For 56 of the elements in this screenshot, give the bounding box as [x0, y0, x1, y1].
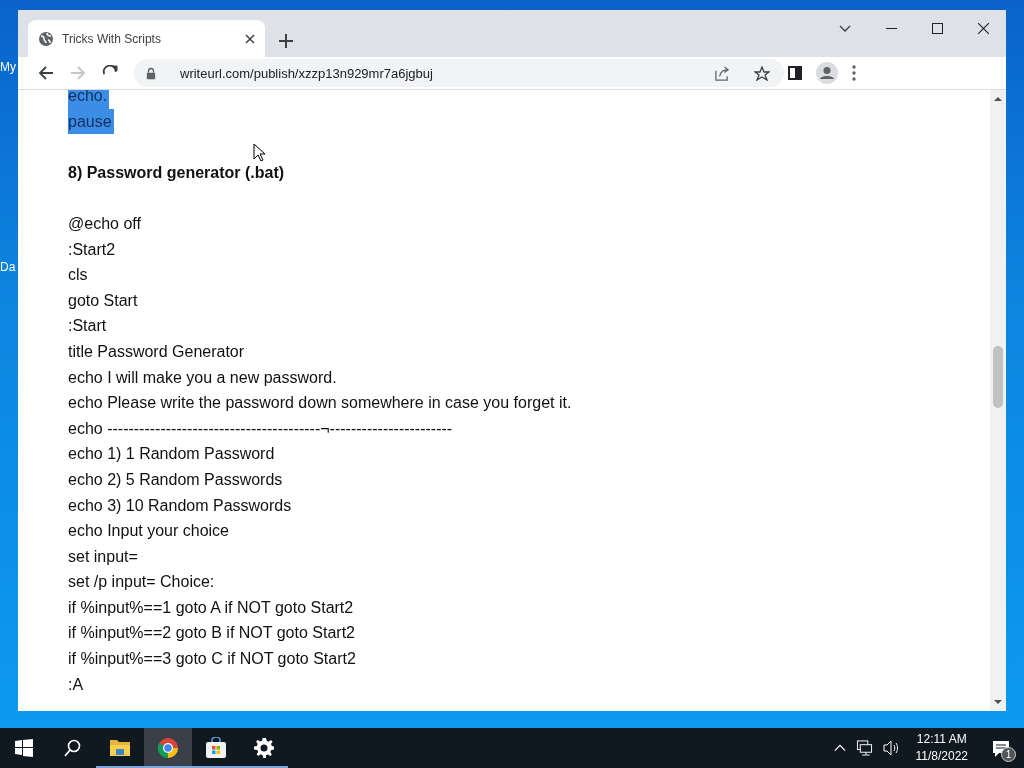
code-line: if %input%==1 goto A if NOT goto Start2 — [68, 597, 355, 618]
code-line: set input= — [68, 546, 139, 567]
code-line: echo 1) 1 Random Password — [68, 444, 276, 465]
code-line: :Start2 — [68, 239, 117, 260]
code-line: set /p input= Choice: — [68, 572, 216, 593]
cursor-icon — [253, 143, 265, 162]
scroll-up-icon[interactable] — [994, 96, 1002, 101]
profile-icon — [816, 62, 838, 84]
code-line: if %input%==3 goto C if NOT goto Start2 — [68, 649, 357, 670]
new-tab-icon — [279, 34, 293, 48]
desktop-icon-label[interactable]: My — [0, 60, 18, 74]
speaker-icon — [882, 740, 898, 756]
code-line: title Password Generator — [68, 341, 246, 362]
back-icon[interactable] — [38, 65, 54, 81]
notification-count: 1 — [1001, 747, 1016, 762]
lock-icon — [146, 66, 156, 80]
code-line: echo ----------------------------------------¬----------------------- — [68, 418, 454, 439]
scrollbar[interactable] — [990, 90, 1006, 711]
code-line: echo Please write the password down somewhere in case you forget it. — [68, 393, 573, 414]
code-line: echo I will make you a new password. — [68, 367, 338, 388]
address-bar[interactable]: writeurl.com/publish/xzzp13n929mr7a6jgbuj — [134, 59, 784, 87]
code-line: :A — [68, 674, 85, 695]
taskbar-button[interactable] — [144, 728, 192, 768]
code-line: goto Start — [68, 290, 139, 311]
browser-tab[interactable]: Tricks With Scripts — [28, 20, 265, 57]
code-line: echo 3) 10 Random Passwords — [68, 495, 293, 516]
code-line: echo Input your choice — [68, 521, 230, 542]
scroll-thumb[interactable] — [993, 346, 1003, 408]
code-line: cls — [68, 265, 89, 286]
store-bag-icon — [205, 737, 227, 759]
scroll-down-icon[interactable] — [994, 700, 1002, 705]
code-line: :Start — [68, 316, 108, 337]
more-menu-icon — [852, 65, 856, 81]
side-panel-icon — [788, 66, 802, 80]
tab-title: Tricks With Scripts — [62, 31, 162, 46]
share-icon — [714, 65, 730, 81]
desktop-icon-label[interactable]: Da — [0, 260, 18, 274]
taskbar-clock[interactable]: 12:11 AM 11/8/2022 — [915, 731, 968, 765]
minimize-icon — [885, 28, 897, 29]
network-icon — [855, 740, 873, 756]
code-line: @echo off — [68, 213, 142, 234]
folder-icon — [109, 737, 131, 759]
close-icon — [245, 33, 255, 44]
windows-start-icon — [15, 739, 33, 757]
search-icon — [63, 739, 81, 757]
code-line: if %input%==2 goto B if NOT goto Start2 — [68, 623, 356, 644]
globe-icon — [38, 30, 54, 47]
section-heading: 8) Password generator (.bat) — [68, 162, 286, 183]
star-icon — [754, 65, 770, 81]
close-icon — [977, 23, 989, 34]
maximize-icon — [931, 23, 943, 34]
caret-up-icon — [833, 744, 846, 752]
browser-icon — [157, 737, 179, 759]
chevron-down-icon — [839, 25, 851, 32]
code-line: echo 2) 5 Random Passwords — [68, 469, 284, 490]
gear-icon — [253, 737, 275, 759]
